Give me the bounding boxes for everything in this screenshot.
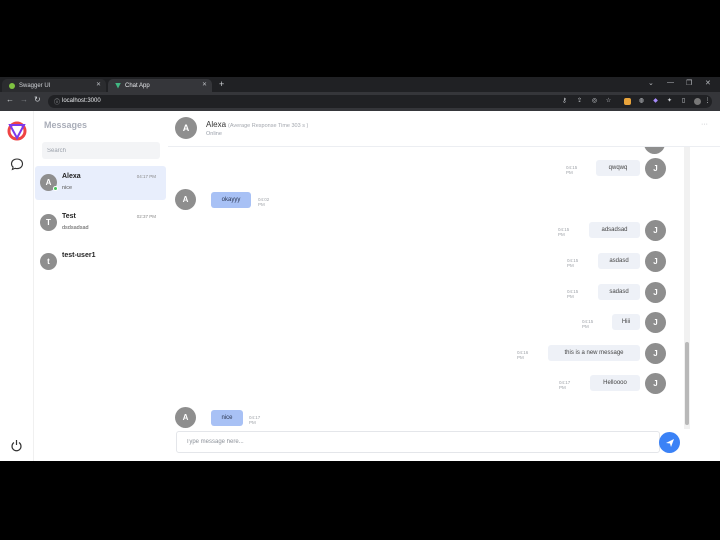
message-text: Hiii [612, 314, 640, 330]
online-indicator [53, 186, 58, 191]
browser-window: Swagger UI ✕ Chat App ✕ + ⌄ — ❐ ✕ ← → ↻ … [0, 77, 720, 461]
contact-time: 02:37 PM [136, 214, 156, 219]
nav-rail [0, 111, 34, 461]
chat-contact-name-text: Alexa [206, 120, 227, 129]
extension-icon[interactable]: ◍ [638, 98, 645, 105]
close-tab-icon[interactable]: ✕ [96, 81, 101, 88]
url-text: localhost:3000 [62, 98, 101, 104]
status-text: Online [206, 131, 222, 137]
contact-preview: dsdsadsad [62, 225, 89, 231]
avatar[interactable]: A [175, 117, 197, 139]
share-icon[interactable]: ⇪ [576, 98, 583, 105]
address-bar[interactable]: ⓘ localhost:3000 ⚷ ⇪ ◎ ☆ ◍ ◆ ✦ ▯ ⋮ [48, 95, 712, 108]
restore-icon[interactable]: ❐ [686, 79, 692, 87]
message-text: this is a new message [548, 345, 640, 361]
avatar: J [645, 220, 666, 241]
message-text: nice [211, 410, 243, 426]
profile-avatar[interactable] [694, 98, 701, 105]
avatar: J [645, 251, 666, 272]
minimize-icon[interactable]: — [667, 79, 674, 86]
tab-strip: Swagger UI ✕ Chat App ✕ + ⌄ — ❐ ✕ [0, 77, 720, 92]
chevron-down-icon[interactable]: ⌄ [648, 79, 654, 87]
contact-name: Alexa [62, 173, 81, 180]
response-time: (Average Response Time 303 s ) [228, 123, 309, 129]
chat-contact-name: Alexa (Average Response Time 303 s ) [206, 120, 308, 129]
tab-chat-app[interactable]: Chat App ✕ [108, 79, 212, 92]
message-time: 04:17 PM [559, 380, 571, 390]
contact-item-test[interactable]: T Test dsdsadsad 02:37 PM [35, 206, 166, 240]
message-text: okayyy [211, 192, 251, 208]
avatar: J [645, 158, 666, 179]
contact-name: Test [62, 213, 76, 220]
sidebar-toggle-icon[interactable]: ▯ [680, 98, 687, 105]
avatar: J [644, 147, 665, 154]
avatar: J [645, 282, 666, 303]
message-text: qwqwq [596, 160, 640, 176]
forward-icon[interactable]: → [20, 95, 28, 104]
message-time: 04:15 PM [582, 319, 594, 329]
logout-power-icon[interactable] [10, 439, 23, 452]
message-time: 04:15 PM [567, 289, 579, 299]
extension-icon[interactable] [624, 98, 631, 105]
message-time: 04:15 PM [558, 227, 570, 237]
contact-item-alexa[interactable]: A Alexa nice 04:17 PM [35, 166, 166, 200]
message-time: 04:02 PM [258, 197, 270, 207]
message-time: 04:15 PM [567, 258, 579, 268]
chat-bubble-icon[interactable] [10, 157, 24, 171]
avatar: A [175, 189, 196, 210]
tab-swagger[interactable]: Swagger UI ✕ [2, 79, 106, 92]
info-icon[interactable]: ⓘ [54, 97, 60, 106]
contact-preview: nice [62, 185, 73, 191]
avatar: T [40, 214, 57, 231]
more-menu-icon[interactable]: ⋮ [704, 98, 711, 105]
chat-panel: A Alexa (Average Response Time 303 s ) On… [168, 111, 720, 461]
chat-app: Messages A Alexa nice 04:17 PM T Test ds… [0, 111, 720, 461]
avatar: A [175, 407, 196, 428]
contact-time: 04:17 PM [136, 174, 156, 179]
chat-header: A Alexa (Average Response Time 303 s ) On… [168, 111, 720, 147]
swagger-favicon-icon [9, 82, 15, 89]
extension-icon[interactable]: ◆ [652, 98, 659, 105]
avatar: t [40, 253, 57, 270]
avatar: J [645, 312, 666, 333]
key-icon[interactable]: ⚷ [561, 98, 568, 105]
back-icon[interactable]: ← [6, 95, 14, 104]
app-logo-icon [7, 121, 27, 141]
message-text: sadasd [598, 284, 640, 300]
avatar: J [645, 373, 666, 394]
search-input[interactable] [42, 142, 160, 159]
send-icon [665, 438, 674, 447]
ellipsis-icon[interactable]: ··· [701, 121, 708, 128]
message-list: J 04:15 PM qwqwq J A okayyy 04:02 PM 04:… [168, 147, 690, 429]
avatar: J [645, 343, 666, 364]
message-scrollbar[interactable] [684, 147, 690, 429]
message-time: 04:17 PM [249, 415, 261, 425]
close-tab-icon[interactable]: ✕ [202, 81, 207, 88]
vue-favicon-icon [115, 82, 121, 89]
contact-item-test-user1[interactable]: t test-user1 [35, 245, 166, 279]
message-text: adsadsad [589, 222, 640, 238]
contacts-panel: Messages A Alexa nice 04:17 PM T Test ds… [34, 111, 168, 461]
page-title: Messages [44, 120, 88, 130]
puzzle-icon[interactable]: ✦ [666, 98, 673, 105]
send-button[interactable] [659, 432, 680, 453]
close-window-icon[interactable]: ✕ [705, 79, 711, 87]
message-time: 04:15 PM [566, 165, 578, 175]
browser-toolbar: ← → ↻ ⓘ localhost:3000 ⚷ ⇪ ◎ ☆ ◍ ◆ ✦ ▯ ⋮ [0, 92, 720, 111]
contact-name: test-user1 [62, 252, 96, 259]
message-text: asdasd [598, 253, 640, 269]
lens-icon[interactable]: ◎ [591, 98, 598, 105]
message-input[interactable] [176, 431, 660, 453]
tab-label: Swagger UI [19, 82, 51, 89]
scrollbar-thumb[interactable] [685, 342, 689, 425]
new-tab-icon[interactable]: + [219, 79, 224, 89]
message-time: 04:16 PM [517, 350, 529, 360]
message-text: Helloooo [590, 375, 640, 391]
bookmark-star-icon[interactable]: ☆ [605, 98, 612, 105]
reload-icon[interactable]: ↻ [34, 95, 41, 104]
tab-label: Chat App [125, 82, 150, 89]
